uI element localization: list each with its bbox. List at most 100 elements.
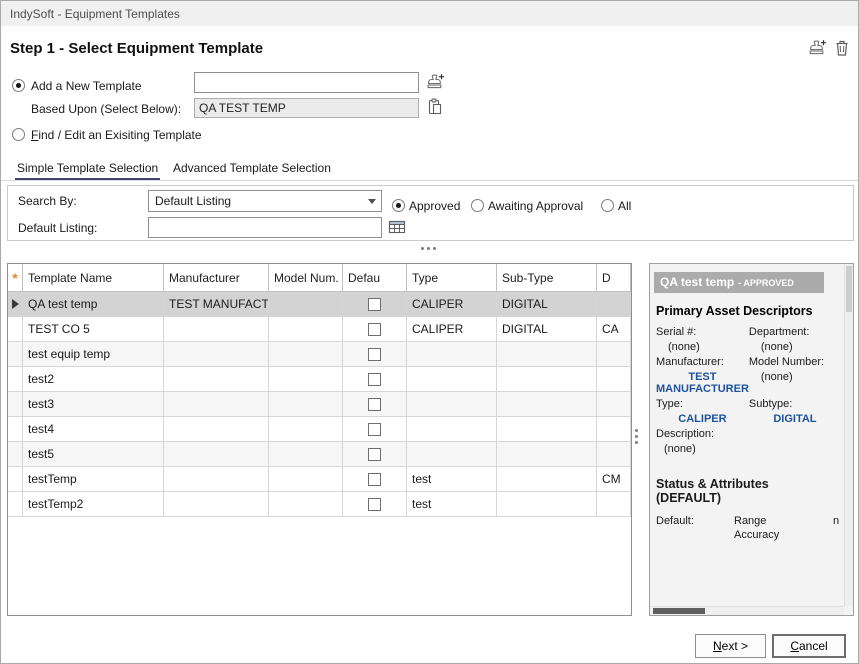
- range-label: Range: [734, 515, 833, 527]
- preview-vertical-scrollbar[interactable]: [844, 264, 853, 606]
- templates-grid: * Template Name Manufacturer Model Num. …: [7, 263, 632, 616]
- column-header-default[interactable]: Defau: [343, 264, 407, 292]
- new-template-name-input[interactable]: [194, 72, 419, 93]
- vertical-splitter-handle[interactable]: [635, 429, 638, 444]
- cell-model: [269, 317, 343, 342]
- add-new-template-radio[interactable]: [12, 79, 25, 92]
- horizontal-splitter-handle[interactable]: [421, 247, 436, 250]
- template-row[interactable]: testTemp2 test: [8, 492, 631, 517]
- type-value: CALIPER: [656, 413, 749, 425]
- template-row[interactable]: testTemp test CM: [8, 467, 631, 492]
- primary-descriptors-fields: Serial #: Department: (none) (none) Manu…: [656, 326, 841, 455]
- cell-template-name: test2: [23, 367, 164, 392]
- default-checkbox[interactable]: [368, 448, 381, 461]
- preview-horizontal-scrollbar[interactable]: [650, 606, 844, 615]
- default-checkbox[interactable]: [368, 323, 381, 336]
- status-attributes-heading: Status & Attributes (DEFAULT): [656, 477, 806, 505]
- cell-template-name: test3: [23, 392, 164, 417]
- model-number-label: Model Number:: [749, 356, 841, 368]
- cell-template-name: testTemp2: [23, 492, 164, 517]
- tabs-divider: [1, 180, 858, 181]
- cell-d: [597, 442, 631, 467]
- cell-model: [269, 467, 343, 492]
- approved-radio[interactable]: [392, 199, 405, 212]
- cell-subtype: DIGITAL: [497, 317, 597, 342]
- default-checkbox[interactable]: [368, 398, 381, 411]
- paste-template-button[interactable]: [427, 98, 443, 119]
- template-row[interactable]: test equip temp: [8, 342, 631, 367]
- default-listing-input[interactable]: [148, 217, 382, 238]
- row-indicator: [8, 417, 23, 442]
- window-title: IndySoft - Equipment Templates: [10, 7, 180, 21]
- cell-d: [597, 292, 631, 317]
- column-header-d[interactable]: D: [597, 264, 631, 292]
- cell-model: [269, 492, 343, 517]
- default-checkbox[interactable]: [368, 373, 381, 386]
- column-header-sub-type[interactable]: Sub-Type: [497, 264, 597, 292]
- template-row[interactable]: test2: [8, 367, 631, 392]
- cell-template-name: test equip temp: [23, 342, 164, 367]
- cancel-button-label: Cancel: [790, 639, 827, 653]
- cell-d: [597, 417, 631, 442]
- awaiting-approval-radio[interactable]: [471, 199, 484, 212]
- cell-model: [269, 342, 343, 367]
- page-title: Step 1 - Select Equipment Template: [10, 40, 263, 57]
- grid-corner-marker: *: [8, 264, 23, 292]
- trash-icon: [834, 46, 850, 60]
- default-checkbox[interactable]: [368, 348, 381, 361]
- find-edit-template-radio[interactable]: [12, 128, 25, 141]
- template-row[interactable]: test4: [8, 417, 631, 442]
- search-by-value: Default Listing: [155, 194, 231, 208]
- template-row[interactable]: TEST CO 5 CALIPER DIGITAL CA: [8, 317, 631, 342]
- cell-type: test: [407, 492, 497, 517]
- template-row[interactable]: test3: [8, 392, 631, 417]
- tab-advanced-template-selection[interactable]: Advanced Template Selection: [171, 159, 333, 180]
- cell-d: CA: [597, 317, 631, 342]
- column-header-template-name[interactable]: Template Name: [23, 264, 164, 292]
- tab-simple-template-selection[interactable]: Simple Template Selection: [15, 159, 160, 180]
- all-radio[interactable]: [601, 199, 614, 212]
- default-checkbox[interactable]: [368, 498, 381, 511]
- create-template-button[interactable]: [425, 73, 445, 94]
- default-checkbox[interactable]: [368, 473, 381, 486]
- default-label: Default:: [656, 515, 734, 541]
- cell-manufacturer: [164, 467, 269, 492]
- department-value: (none): [749, 341, 841, 353]
- next-button-label: Next >: [713, 639, 748, 653]
- grid-header-row: * Template Name Manufacturer Model Num. …: [8, 264, 631, 292]
- delete-template-button[interactable]: [834, 39, 850, 60]
- preview-content: Primary Asset Descriptors Serial #: Depa…: [656, 304, 841, 541]
- next-button[interactable]: Next >: [695, 634, 766, 658]
- approved-label: Approved: [409, 195, 460, 217]
- cell-default: [343, 392, 407, 417]
- template-row[interactable]: test5: [8, 442, 631, 467]
- vertical-scroll-thumb[interactable]: [846, 266, 852, 312]
- cell-subtype: [497, 342, 597, 367]
- horizontal-scroll-thumb[interactable]: [653, 608, 705, 614]
- type-label: Type:: [656, 398, 749, 410]
- tab-label: Advanced Template Selection: [173, 161, 331, 175]
- cell-template-name: test5: [23, 442, 164, 467]
- preview-status-badge: - APPROVED: [738, 278, 794, 288]
- titlebar[interactable]: IndySoft - Equipment Templates: [1, 1, 858, 26]
- default-checkbox[interactable]: [368, 423, 381, 436]
- cell-type: [407, 442, 497, 467]
- new-template-stamp-button[interactable]: [807, 39, 827, 60]
- cell-template-name: test4: [23, 417, 164, 442]
- column-header-type[interactable]: Type: [407, 264, 497, 292]
- column-header-manufacturer[interactable]: Manufacturer: [164, 264, 269, 292]
- cell-subtype: DIGITAL: [497, 292, 597, 317]
- cancel-button[interactable]: Cancel: [772, 634, 846, 658]
- search-panel: Search By: Default Listing Approved Awai…: [7, 185, 854, 241]
- listing-picker-button[interactable]: [388, 219, 406, 238]
- cell-type: CALIPER: [407, 317, 497, 342]
- cell-type: CALIPER: [407, 292, 497, 317]
- preview-header: QA test temp - APPROVED: [654, 272, 824, 293]
- column-header-model-num[interactable]: Model Num.: [269, 264, 343, 292]
- clipboard-icon: [427, 105, 443, 119]
- default-checkbox[interactable]: [368, 298, 381, 311]
- template-row[interactable]: QA test temp TEST MANUFACTURER CALIPER D…: [8, 292, 631, 317]
- row-indicator: [8, 492, 23, 517]
- cell-subtype: [497, 417, 597, 442]
- search-by-dropdown[interactable]: Default Listing: [148, 190, 382, 212]
